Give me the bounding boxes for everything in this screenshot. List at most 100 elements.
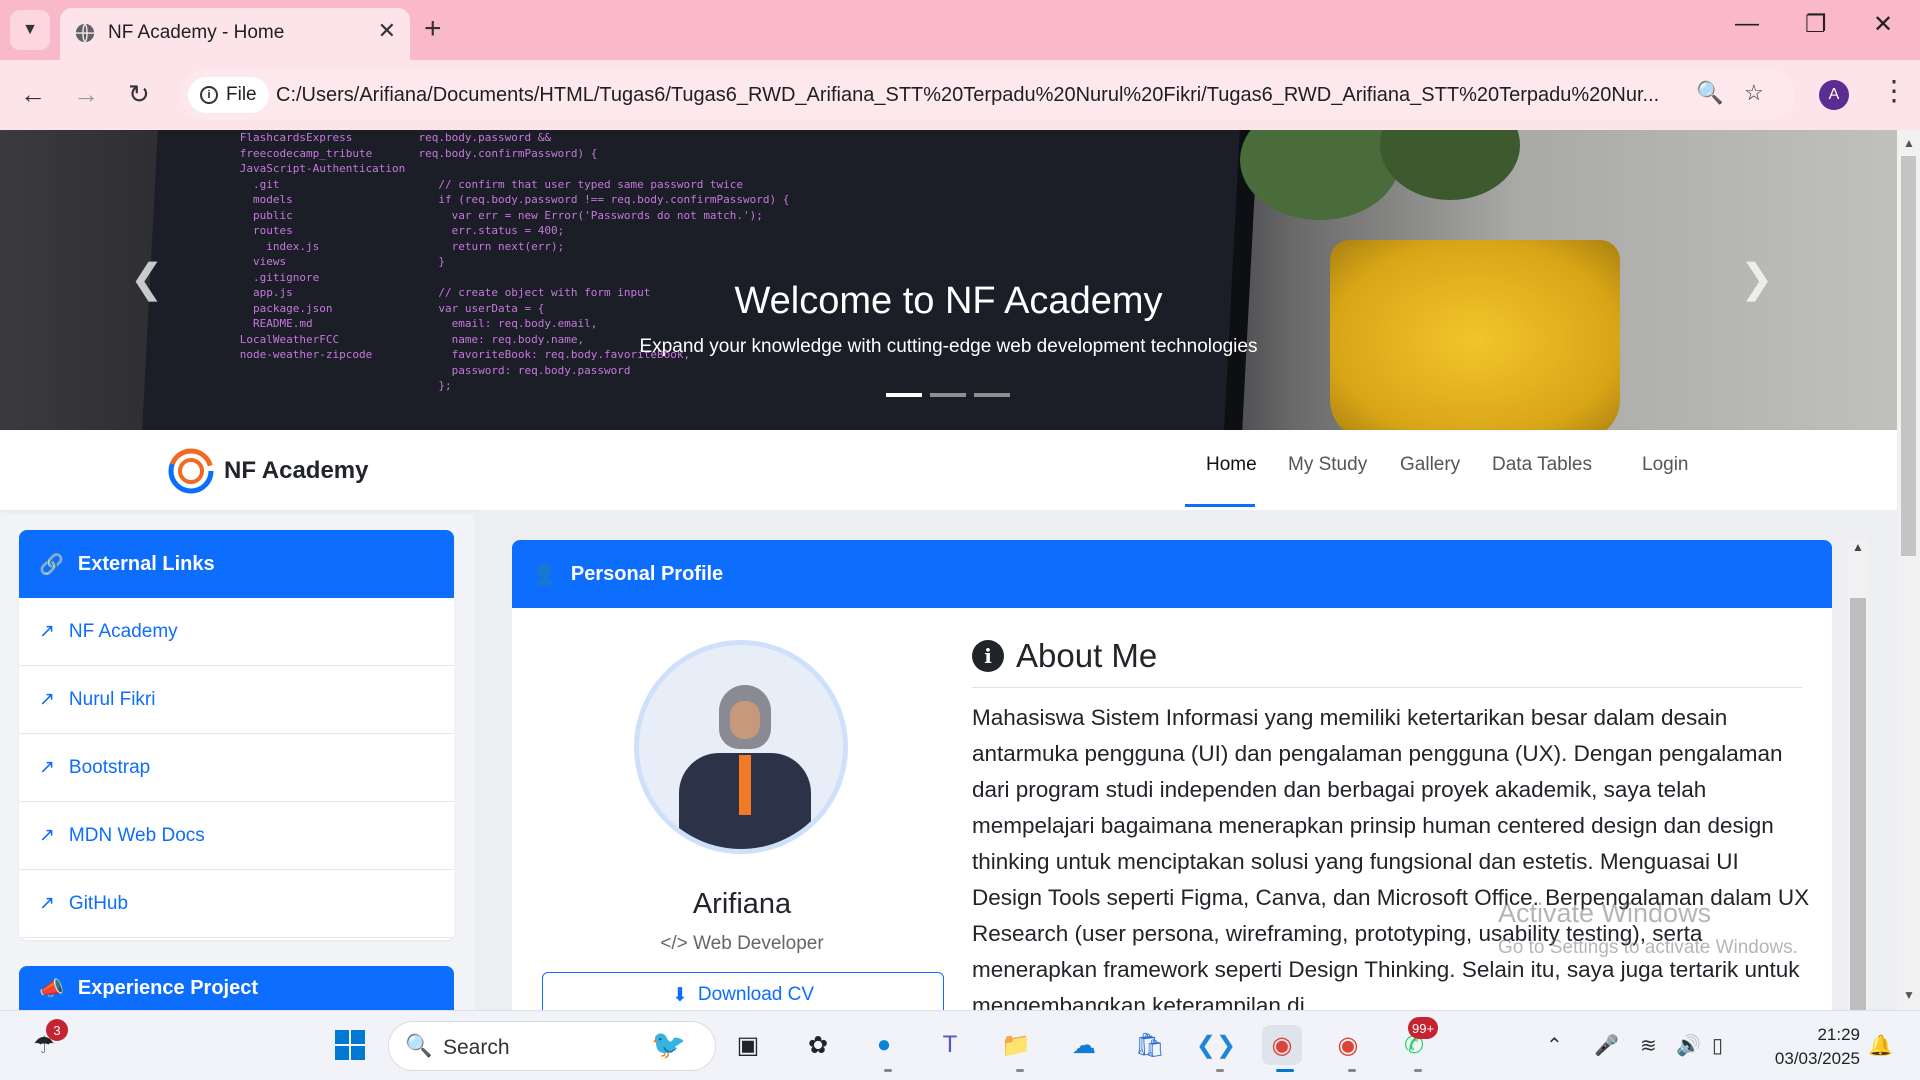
task-view-icon[interactable]: ▣ [728, 1025, 768, 1065]
user-icon: 👤 [532, 563, 557, 586]
external-link-icon: ↗ [39, 621, 55, 642]
profile-role-label: Web Developer [693, 933, 824, 954]
minimize-icon[interactable]: — [1735, 10, 1759, 38]
content-scrollbar-thumb[interactable] [1850, 598, 1866, 1010]
experience-title: Experience Project [77, 976, 258, 999]
copilot-icon[interactable]: ✿ [798, 1025, 838, 1065]
carousel-prev-icon[interactable]: ❮ [130, 256, 164, 302]
activate-windows-title: Activate Windows [1498, 898, 1712, 928]
search-highlight-bird-icon: 🐦 [651, 1029, 686, 1060]
url-text[interactable]: C:/Users/Arifiana/Documents/HTML/Tugas6/… [276, 84, 1676, 107]
carousel-next-icon[interactable]: ❯ [1740, 256, 1774, 302]
sidebar-link-label: Nurul Fikri [68, 688, 156, 710]
sidebar-link-label: NF Academy [68, 620, 178, 642]
carousel-indicator-2[interactable] [930, 393, 966, 397]
file-explorer-icon[interactable]: 📁 [996, 1025, 1036, 1065]
sidebar-link-nf-academy[interactable]: ↗ NF Academy [19, 598, 454, 666]
nav-gallery[interactable]: Gallery [1400, 454, 1460, 476]
taskbar-time: 21:29 [1817, 1025, 1860, 1044]
activate-windows-hint: Go to Settings to activate Windows. [1498, 937, 1798, 958]
battery-icon[interactable]: ▯ [1712, 1033, 1723, 1058]
volume-icon[interactable]: 🔊 [1676, 1033, 1701, 1058]
sidebar-link-nurul-fikri[interactable]: ↗ Nurul Fikri [19, 666, 454, 734]
page-scrollbar-thumb[interactable] [1901, 156, 1916, 556]
scroll-down-icon[interactable]: ▼ [1903, 988, 1915, 1002]
close-icon[interactable]: ✕ [378, 18, 396, 44]
brand[interactable]: NF Academy [168, 448, 369, 494]
carousel-indicator-1[interactable] [886, 393, 922, 397]
external-link-icon: ↗ [39, 757, 55, 778]
external-links-header: 🔗 External Links [19, 530, 454, 598]
forward-arrow-icon[interactable]: → [73, 79, 99, 110]
page-scrollbar[interactable]: ▲ ▼ [1897, 130, 1920, 1010]
hero-plant-image [1380, 130, 1520, 200]
running-indicator [1016, 1069, 1024, 1072]
info-icon: i [200, 86, 218, 104]
zoom-icon[interactable]: 🔍 [1696, 80, 1723, 106]
more-menu-icon[interactable]: ⋮ [1880, 74, 1908, 107]
notification-bell-icon[interactable]: 🔔 [1868, 1033, 1893, 1058]
restore-icon[interactable]: ❐ [1805, 10, 1827, 39]
show-hidden-icons-chevron-icon[interactable]: ⌃ [1546, 1033, 1563, 1058]
address-bar[interactable]: i File C:/Users/Arifiana/Documents/HTML/… [180, 70, 1795, 120]
window-close-icon[interactable]: ✕ [1873, 10, 1893, 39]
nav-home[interactable]: Home [1206, 454, 1257, 476]
personal-profile-title: Personal Profile [570, 562, 724, 585]
about-me-title: About Me [1016, 637, 1158, 674]
running-indicator-active [1276, 1069, 1294, 1072]
windows-start-icon[interactable] [330, 1025, 370, 1065]
site-info-chip[interactable]: i File [188, 77, 269, 113]
sidebar-link-label: Bootstrap [68, 756, 151, 778]
running-indicator [1414, 1069, 1422, 1072]
sidebar-link-label: GitHub [68, 892, 129, 914]
nf-academy-logo-icon [168, 448, 214, 494]
scroll-up-icon[interactable]: ▲ [1903, 136, 1915, 150]
carousel-indicator-3[interactable] [974, 393, 1010, 397]
external-link-icon: ↗ [39, 825, 55, 846]
chrome-icon[interactable]: ◉ [1262, 1025, 1302, 1065]
external-links-card: 🔗 External Links ↗ NF Academy ↗ Nurul Fi… [19, 530, 454, 940]
new-tab-plus-icon[interactable]: + [424, 12, 442, 46]
hero-plant-image [1240, 130, 1400, 220]
back-arrow-icon[interactable]: ← [20, 79, 46, 110]
windows-taskbar: ☂ 3 🔍 Search 🐦 ▣ ✿ ● T 📁 ☁ 🛍 ❮❯ ◉ ◉ ✆ 99… [0, 1010, 1920, 1080]
about-divider [972, 687, 1802, 688]
taskbar-clock[interactable]: 21:29 03/03/2025 [1760, 1023, 1860, 1071]
microphone-icon[interactable]: 🎤 [1594, 1033, 1619, 1058]
brand-name: NF Academy [224, 457, 369, 484]
nav-data-tables[interactable]: Data Tables [1492, 454, 1592, 476]
taskbar-search[interactable]: 🔍 Search 🐦 [388, 1021, 716, 1071]
microsoft-store-icon[interactable]: 🛍 [1130, 1025, 1170, 1065]
edge-browser-icon[interactable]: ● [864, 1025, 904, 1065]
sidebar-link-bootstrap[interactable]: ↗ Bootstrap [19, 734, 454, 802]
content-scrollbar[interactable]: ▲ [1848, 538, 1868, 1010]
external-links-title: External Links [77, 552, 215, 575]
profile-photo [634, 640, 848, 854]
site-navbar: NF Academy Home My Study Gallery Data Ta… [0, 430, 1897, 510]
tab-search-button[interactable]: ▼ [10, 10, 50, 50]
profile-photo-lanyard [739, 755, 751, 815]
profile-role: </> Web Developer [542, 933, 942, 955]
vscode-icon[interactable]: ❮❯ [1196, 1025, 1236, 1065]
sidebar-link-github[interactable]: ↗ GitHub [19, 870, 454, 938]
bookmark-star-icon[interactable]: ☆ [1744, 80, 1764, 106]
chrome-profile-icon[interactable]: ◉ [1328, 1025, 1368, 1065]
running-indicator [884, 1069, 892, 1072]
browser-toolbar: ← → ↻ i File C:/Users/Arifiana/Documents… [0, 60, 1920, 130]
info-circle-icon: i [972, 640, 1004, 672]
profile-avatar[interactable]: A [1819, 80, 1849, 110]
hero-carousel: FlashcardsExpress req.body.password && f… [0, 130, 1897, 430]
sidebar-link-mdn[interactable]: ↗ MDN Web Docs [19, 802, 454, 870]
hero-title: Welcome to NF Academy [734, 280, 1163, 322]
teams-icon[interactable]: T [930, 1025, 970, 1065]
cloud-app-icon[interactable]: ☁ [1064, 1025, 1104, 1065]
external-link-icon: ↗ [39, 893, 55, 914]
reload-icon[interactable]: ↻ [128, 79, 150, 110]
about-me-text: Mahasiswa Sistem Informasi yang memiliki… [972, 705, 1810, 1010]
nav-my-study[interactable]: My Study [1288, 454, 1367, 476]
scroll-up-icon[interactable]: ▲ [1852, 540, 1864, 554]
browser-tab-active[interactable]: NF Academy - Home ✕ [60, 8, 410, 60]
wifi-icon[interactable]: ≋ [1640, 1033, 1657, 1058]
download-cv-button[interactable]: ⬇ Download CV [542, 972, 944, 1010]
nav-login[interactable]: Login [1642, 454, 1689, 476]
